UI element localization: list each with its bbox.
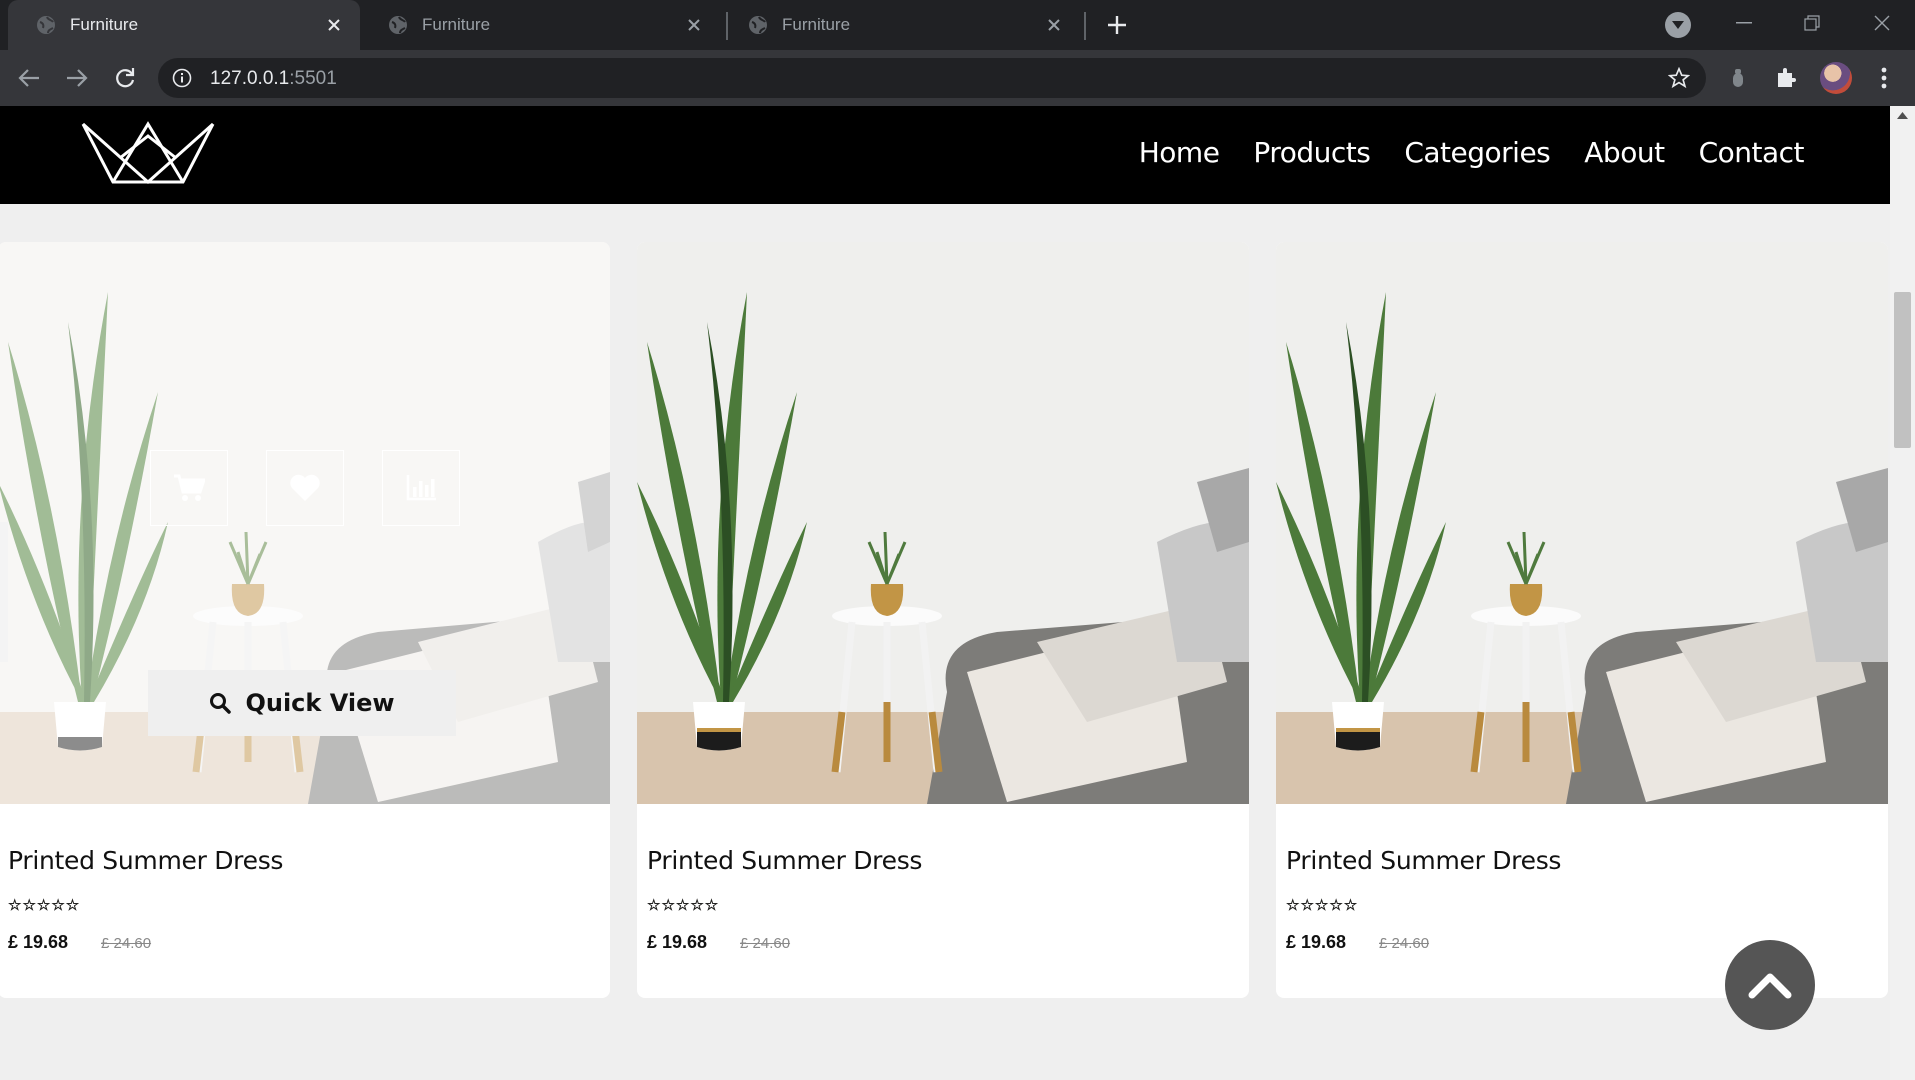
extension-icon <box>1733 69 1743 87</box>
product-price: £ 19.68 <box>8 932 69 952</box>
extension-button[interactable] <box>1724 64 1752 92</box>
chevron-up-icon <box>1748 973 1792 999</box>
product-image[interactable] <box>637 242 1249 804</box>
heart-icon <box>290 474 320 501</box>
tab-search-button[interactable] <box>1665 12 1691 38</box>
search-icon <box>210 693 232 714</box>
main-nav: Home Products Categories About Contact <box>1139 136 1805 169</box>
quick-view-button[interactable]: Quick View <box>148 670 456 736</box>
product-name[interactable]: Printed Summer Dress <box>647 846 922 875</box>
tab-title: Furniture <box>70 15 139 34</box>
bookmark-star-icon[interactable] <box>1668 67 1690 89</box>
browser-tab-1[interactable]: Furniture <box>8 0 360 50</box>
close-icon <box>1874 15 1890 31</box>
globe-icon <box>389 16 407 34</box>
more-vertical-icon <box>1881 67 1887 89</box>
close-tab-icon[interactable] <box>322 13 346 37</box>
browser-tab-2[interactable]: Furniture <box>360 0 720 50</box>
scrollbar-thumb[interactable] <box>1894 292 1911 448</box>
address-bar[interactable]: 127.0.0.1:5501 <box>158 58 1706 98</box>
bar-chart-icon <box>406 475 436 501</box>
forward-button[interactable] <box>62 63 92 93</box>
product-old-price: £ 24.60 <box>740 935 791 952</box>
restore-button[interactable] <box>1792 8 1832 38</box>
site-header: Home Products Categories About Contact <box>0 106 1890 204</box>
product-price: £ 19.68 <box>1286 932 1347 952</box>
page-viewport: Home Products Categories About Contact Q… <box>0 106 1890 1080</box>
product-price: £ 19.68 <box>647 932 708 952</box>
star-rating: ☆☆☆☆☆ <box>8 897 81 915</box>
browser-toolbar: 127.0.0.1:5501 <box>0 50 1915 106</box>
add-to-wishlist-button[interactable] <box>266 450 344 526</box>
browser-menu-button[interactable] <box>1870 64 1898 92</box>
product-old-price: £ 24.60 <box>101 935 152 952</box>
tab-title: Furniture <box>782 15 851 34</box>
browser-tab-3[interactable]: Furniture <box>720 0 1080 50</box>
product-old-price: £ 24.60 <box>1379 935 1430 952</box>
quick-view-label: Quick View <box>245 689 395 717</box>
arrow-left-icon <box>18 69 39 87</box>
star-rating: ☆☆☆☆☆ <box>647 897 720 915</box>
globe-icon <box>749 16 767 34</box>
nav-home[interactable]: Home <box>1139 136 1220 169</box>
extensions-menu-button[interactable] <box>1772 64 1800 92</box>
cart-icon <box>174 474 205 501</box>
url-port: :5501 <box>289 68 337 89</box>
product-name[interactable]: Printed Summer Dress <box>8 846 283 875</box>
puzzle-icon <box>1778 68 1796 87</box>
reload-icon <box>116 68 135 88</box>
close-tab-icon[interactable] <box>682 13 706 37</box>
restore-icon <box>1804 15 1820 31</box>
tab-separator <box>1084 12 1086 40</box>
browser-tab-bar: Furniture Furniture Furniture <box>0 0 1915 50</box>
scroll-to-top-button[interactable] <box>1725 940 1815 1030</box>
nav-products[interactable]: Products <box>1253 136 1370 169</box>
nav-about[interactable]: About <box>1584 136 1665 169</box>
info-icon[interactable] <box>172 68 192 88</box>
url-host: 127.0.0.1 <box>210 68 290 89</box>
product-image[interactable] <box>1276 242 1888 804</box>
plus-icon <box>1108 16 1126 34</box>
add-to-cart-button[interactable] <box>150 450 228 526</box>
back-button[interactable] <box>14 63 44 93</box>
close-tab-icon[interactable] <box>1042 13 1066 37</box>
crown-logo[interactable] <box>80 118 216 184</box>
product-card[interactable]: Printed Summer Dress ☆☆☆☆☆ £ 19.68 £ 24.… <box>637 242 1249 998</box>
compare-button[interactable] <box>382 450 460 526</box>
minimize-button[interactable] <box>1724 8 1764 38</box>
url-text[interactable]: 127.0.0.1:5501 <box>210 68 337 90</box>
chevron-down-icon <box>1672 21 1684 29</box>
product-card[interactable]: Printed Summer Dress ☆☆☆☆☆ £ 19.68 £ 24.… <box>1276 242 1888 998</box>
product-name[interactable]: Printed Summer Dress <box>1286 846 1561 875</box>
arrow-right-icon <box>67 69 88 87</box>
tab-title: Furniture <box>422 15 491 34</box>
close-window-button[interactable] <box>1862 8 1902 38</box>
minimize-icon <box>1736 22 1752 24</box>
new-tab-button[interactable] <box>1102 10 1132 40</box>
page-scrollbar[interactable] <box>1890 106 1915 1080</box>
nav-categories[interactable]: Categories <box>1404 136 1550 169</box>
profile-avatar[interactable] <box>1820 62 1852 94</box>
scroll-up-arrow-icon[interactable] <box>1896 110 1909 120</box>
product-card[interactable]: Quick View Printed Summer Dress ☆☆☆☆☆ £ … <box>0 242 610 998</box>
reload-button[interactable] <box>110 63 140 93</box>
star-rating: ☆☆☆☆☆ <box>1286 897 1359 915</box>
globe-icon <box>37 16 55 34</box>
nav-contact[interactable]: Contact <box>1699 136 1805 169</box>
